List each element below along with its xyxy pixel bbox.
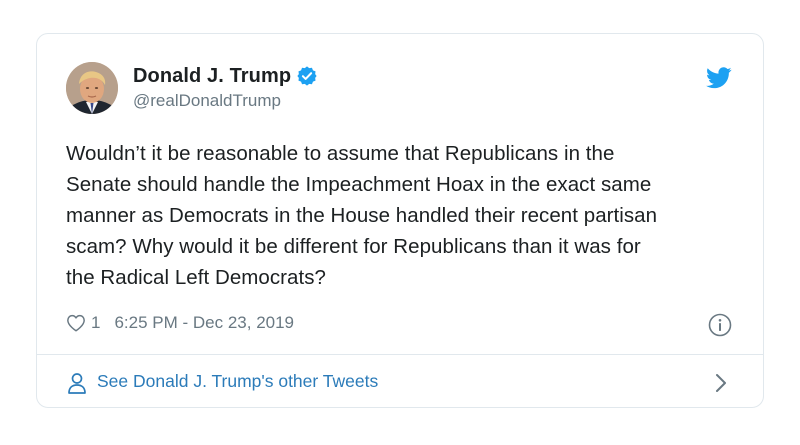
twitter-bird-icon[interactable] xyxy=(706,67,732,89)
author-block: Donald J. Trump @realDonaldTrump xyxy=(133,64,318,111)
verified-badge-icon xyxy=(296,65,318,87)
tweet-timestamp[interactable]: 6:25 PM - Dec 23, 2019 xyxy=(114,313,294,333)
tweet-body[interactable]: Donald J. Trump @realDonaldTrump Wouldn’… xyxy=(37,34,763,355)
like-count[interactable]: 1 xyxy=(91,313,100,333)
tweet-text-line: scam? Why would it be different for Repu… xyxy=(66,235,641,258)
tweet-text-line: the Radical Left Democrats? xyxy=(66,266,327,289)
other-tweets-link[interactable]: See Donald J. Trump's other Tweets xyxy=(37,355,763,407)
heart-icon[interactable] xyxy=(66,314,86,332)
other-tweets-label[interactable]: See Donald J. Trump's other Tweets xyxy=(97,371,378,392)
info-icon[interactable] xyxy=(708,313,732,337)
chevron-right-icon[interactable] xyxy=(715,373,727,393)
author-display-name[interactable]: Donald J. Trump xyxy=(133,65,291,88)
author-handle[interactable]: @realDonaldTrump xyxy=(133,91,318,111)
tweet-meta: 1 6:25 PM - Dec 23, 2019 xyxy=(66,313,294,333)
author-avatar[interactable] xyxy=(66,62,118,114)
tweet-text-line: Wouldn’t it be reasonable to assume that… xyxy=(66,142,615,165)
person-icon xyxy=(67,372,87,394)
embedded-tweet-card: Donald J. Trump @realDonaldTrump Wouldn’… xyxy=(36,33,764,408)
tweet-text-line: manner as Democrats in the House handled… xyxy=(66,204,658,227)
tweet-text-line: Senate should handle the Impeachment Hoa… xyxy=(66,173,652,196)
tweet-text: Wouldn’t it be reasonable to assume that… xyxy=(66,138,738,293)
